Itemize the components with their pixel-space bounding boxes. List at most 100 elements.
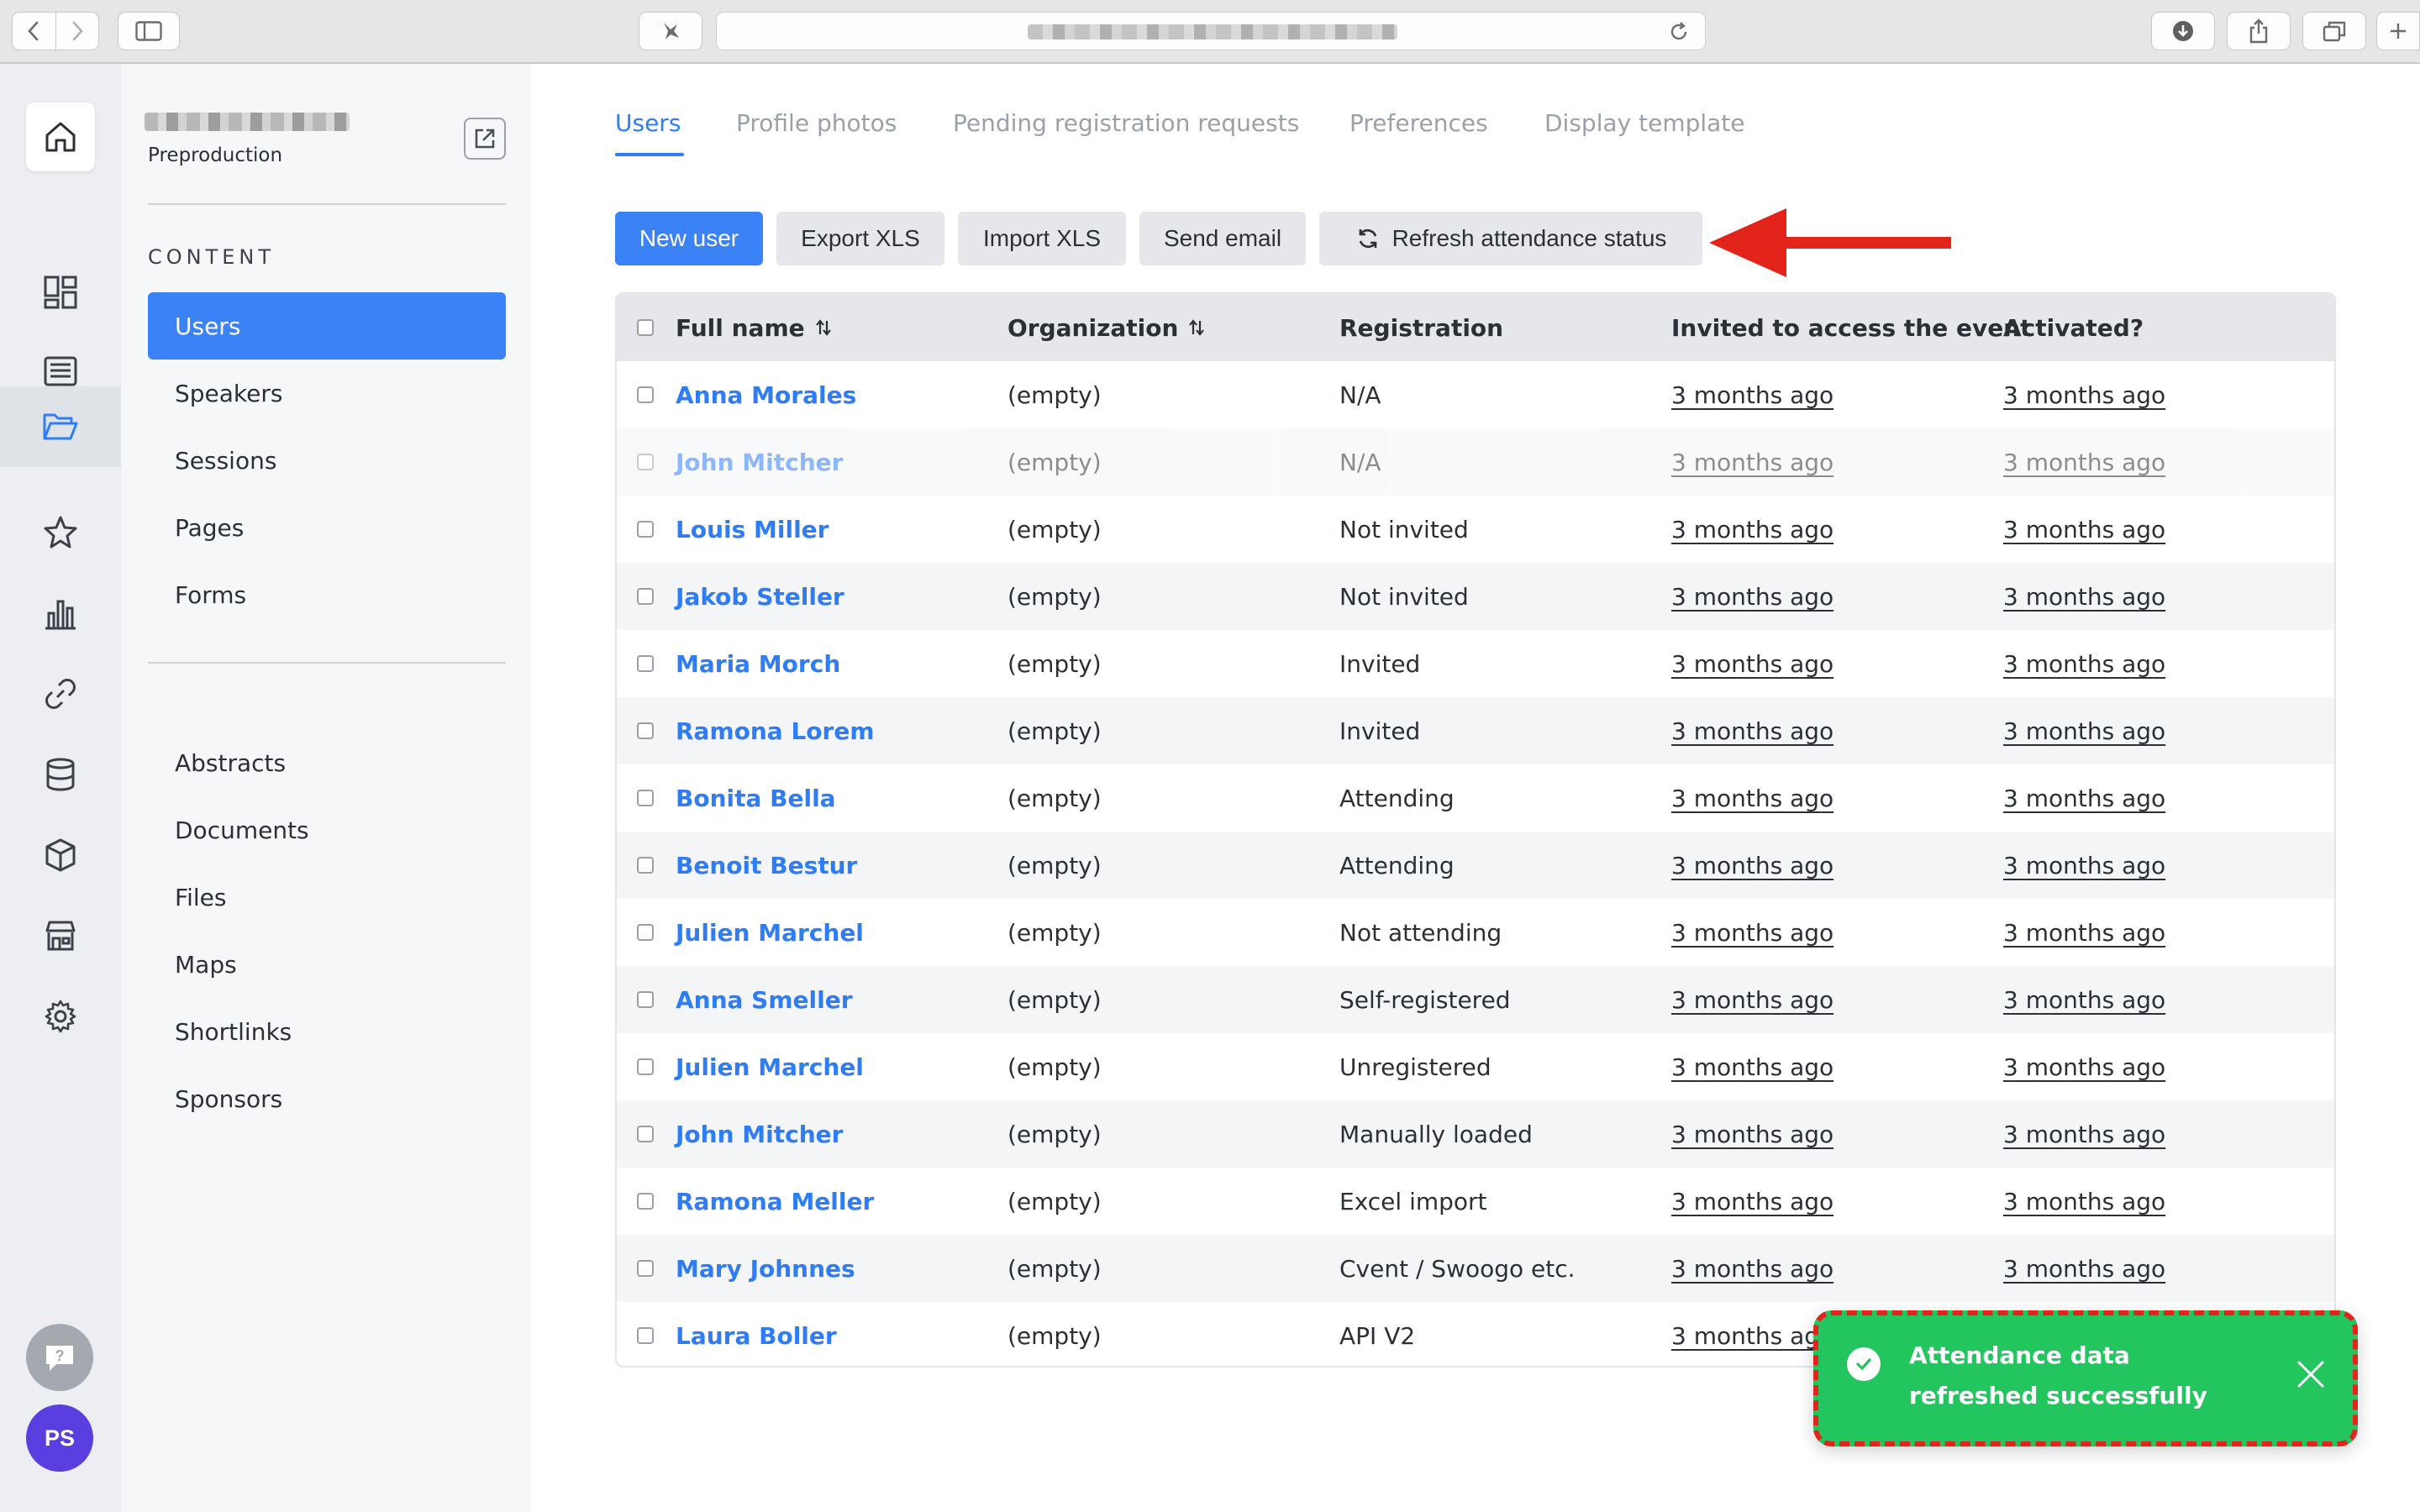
- activated-date-link[interactable]: 3 months ago: [2003, 496, 2165, 563]
- row-checkbox[interactable]: [637, 790, 654, 806]
- invited-date-link[interactable]: 3 months ago: [1671, 764, 1833, 832]
- sidebar-item-abstracts[interactable]: Abstracts: [148, 729, 506, 796]
- import-xls-button[interactable]: Import XLS: [958, 212, 1126, 265]
- table-row[interactable]: Maria Morch (empty) Invited 3 months ago 3 m…: [617, 630, 2334, 697]
- tab-users[interactable]: Users: [615, 109, 681, 137]
- sidebar-item-forms[interactable]: Forms: [148, 561, 506, 628]
- activated-date-link[interactable]: 3 months ago: [2003, 966, 2165, 1033]
- tabs-overview-button[interactable]: [2302, 12, 2366, 50]
- sidebar-item-users[interactable]: Users: [148, 292, 506, 360]
- invited-date-link[interactable]: 3 months ago: [1671, 1033, 1833, 1100]
- row-checkbox[interactable]: [637, 521, 654, 538]
- column-header-organization[interactable]: Organization: [1007, 294, 1207, 361]
- row-checkbox[interactable]: [637, 655, 654, 672]
- invited-date-link[interactable]: 3 months ago: [1671, 496, 1833, 563]
- row-checkbox[interactable]: [637, 1260, 654, 1277]
- refresh-attendance-button[interactable]: Refresh attendance status: [1319, 212, 1702, 265]
- row-checkbox[interactable]: [637, 1126, 654, 1142]
- downloads-button[interactable]: [2151, 12, 2215, 50]
- rail-store[interactable]: [0, 902, 121, 969]
- invited-date-link[interactable]: 3 months ago: [1671, 832, 1833, 899]
- user-name-link[interactable]: Benoit Bestur: [676, 832, 857, 899]
- sidebar-item-sessions[interactable]: Sessions: [148, 427, 506, 494]
- back-button[interactable]: [13, 13, 55, 50]
- close-icon[interactable]: [2294, 1357, 2328, 1394]
- sidebar-item-shortlinks[interactable]: Shortlinks: [148, 998, 506, 1065]
- user-name-link[interactable]: Ramona Lorem: [676, 697, 875, 764]
- sidebar-toggle-button[interactable]: [118, 12, 180, 50]
- user-name-link[interactable]: Ramona Meller: [676, 1168, 874, 1235]
- activated-date-link[interactable]: 3 months ago: [2003, 832, 2165, 899]
- activated-date-link[interactable]: 3 months ago: [2003, 1033, 2165, 1100]
- sidebar-item-pages[interactable]: Pages: [148, 494, 506, 561]
- user-name-link[interactable]: John Mitcher: [676, 1100, 843, 1168]
- invited-date-link[interactable]: 3 months ago: [1671, 697, 1833, 764]
- rail-modules[interactable]: [0, 822, 121, 889]
- table-row[interactable]: Anna Smeller (empty) Self-registered 3 mont…: [617, 966, 2334, 1033]
- activated-date-link[interactable]: 3 months ago: [2003, 428, 2165, 496]
- column-header-full-name[interactable]: Full name: [676, 294, 834, 361]
- invited-date-link[interactable]: 3 months ago: [1671, 361, 1833, 428]
- tab-pending-registration-requests[interactable]: Pending registration requests: [953, 109, 1299, 137]
- user-name-link[interactable]: Maria Morch: [676, 630, 840, 697]
- row-checkbox[interactable]: [637, 1058, 654, 1075]
- table-row[interactable]: Bonita Bella (empty) Attending 3 months ago…: [617, 764, 2334, 832]
- activated-date-link[interactable]: 3 months ago: [2003, 899, 2165, 966]
- sidebar-item-speakers[interactable]: Speakers: [148, 360, 506, 427]
- invited-date-link[interactable]: 3 months ago: [1671, 966, 1833, 1033]
- table-row[interactable]: Ramona Meller (empty) Excel import 3 months…: [617, 1168, 2334, 1235]
- share-button[interactable]: [2227, 12, 2291, 50]
- user-name-link[interactable]: Louis Miller: [676, 496, 829, 563]
- activated-date-link[interactable]: 3 months ago: [2003, 361, 2165, 428]
- extension-button[interactable]: [639, 12, 702, 50]
- user-name-link[interactable]: Laura Boller: [676, 1302, 837, 1366]
- user-avatar[interactable]: PS: [26, 1404, 93, 1472]
- activated-date-link[interactable]: 3 months ago: [2003, 764, 2165, 832]
- table-row[interactable]: Julien Marchel (empty) Not attending 3 mont…: [617, 899, 2334, 966]
- table-row[interactable]: Benoit Bestur (empty) Attending 3 months ag…: [617, 832, 2334, 899]
- user-name-link[interactable]: John Mitcher: [676, 428, 843, 496]
- send-email-button[interactable]: Send email: [1139, 212, 1306, 265]
- table-row[interactable]: Jakob Steller (empty) Not invited 3 months …: [617, 563, 2334, 630]
- user-name-link[interactable]: Jakob Steller: [676, 563, 844, 630]
- row-checkbox[interactable]: [637, 722, 654, 739]
- user-name-link[interactable]: Anna Morales: [676, 361, 856, 428]
- user-name-link[interactable]: Julien Marchel: [676, 899, 864, 966]
- sidebar-item-files[interactable]: Files: [148, 864, 506, 931]
- activated-date-link[interactable]: 3 months ago: [2003, 697, 2165, 764]
- reload-icon[interactable]: [1668, 21, 1690, 46]
- rail-analytics[interactable]: [0, 580, 121, 647]
- activated-date-link[interactable]: 3 months ago: [2003, 1168, 2165, 1235]
- forward-button[interactable]: [55, 13, 98, 50]
- new-tab-button[interactable]: [2376, 12, 2420, 50]
- row-checkbox[interactable]: [637, 924, 654, 941]
- invited-date-link[interactable]: 3 months ago: [1671, 1100, 1833, 1168]
- sidebar-item-sponsors[interactable]: Sponsors: [148, 1065, 506, 1132]
- invited-date-link[interactable]: 3 months ago: [1671, 899, 1833, 966]
- table-row[interactable]: John Mitcher (empty) N/A 3 months ago 3 mont…: [617, 428, 2334, 496]
- table-row[interactable]: Mary Johnnes (empty) Cvent / Swoogo etc. 3 …: [617, 1235, 2334, 1302]
- table-row[interactable]: Julien Marchel (empty) Unregistered 3 month…: [617, 1033, 2334, 1100]
- row-checkbox[interactable]: [637, 1327, 654, 1344]
- invited-date-link[interactable]: 3 months ago: [1671, 1235, 1833, 1302]
- activated-date-link[interactable]: 3 months ago: [2003, 563, 2165, 630]
- tab-preferences[interactable]: Preferences: [1349, 109, 1488, 137]
- user-name-link[interactable]: Anna Smeller: [676, 966, 853, 1033]
- rail-database[interactable]: [0, 741, 121, 808]
- tab-display-template[interactable]: Display template: [1544, 109, 1745, 137]
- user-name-link[interactable]: Julien Marchel: [676, 1033, 864, 1100]
- invited-date-link[interactable]: 3 months ago: [1671, 1302, 1833, 1366]
- invited-date-link[interactable]: 3 months ago: [1671, 1168, 1833, 1235]
- activated-date-link[interactable]: 3 months ago: [2003, 1235, 2165, 1302]
- activated-date-link[interactable]: 3 months ago: [2003, 1100, 2165, 1168]
- user-name-link[interactable]: Bonita Bella: [676, 764, 836, 832]
- row-checkbox[interactable]: [637, 991, 654, 1008]
- table-row[interactable]: Louis Miller (empty) Not invited 3 months a…: [617, 496, 2334, 563]
- row-checkbox[interactable]: [637, 386, 654, 403]
- table-row[interactable]: John Mitcher (empty) Manually loaded 3 mont…: [617, 1100, 2334, 1168]
- select-all-checkbox[interactable]: [637, 319, 654, 336]
- home-button[interactable]: [26, 102, 95, 171]
- export-xls-button[interactable]: Export XLS: [776, 212, 944, 265]
- rail-favorites[interactable]: [0, 499, 121, 566]
- table-row[interactable]: Anna Morales (empty) N/A 3 months ago 3 mont…: [617, 361, 2334, 428]
